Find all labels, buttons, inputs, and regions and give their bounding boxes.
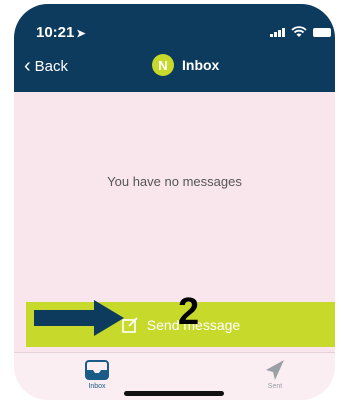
message-list: You have no messages: [14, 92, 335, 302]
avatar: N: [152, 54, 174, 76]
top-bar: 10:21 ➤ ‹ Back N Inbox: [14, 4, 335, 92]
status-icons: [270, 26, 331, 38]
home-indicator: [124, 391, 224, 396]
status-time-text: 10:21: [36, 24, 75, 41]
tab-sent-label: Sent: [267, 383, 283, 390]
phone-screen: 10:21 ➤ ‹ Back N Inbox You have no messag…: [14, 4, 335, 400]
annotation-arrow-icon: [34, 300, 124, 336]
tab-sent[interactable]: Sent: [245, 359, 305, 390]
back-label: Back: [34, 58, 69, 75]
battery-icon: [313, 27, 331, 37]
nav-title: N Inbox: [152, 54, 219, 76]
page-title: Inbox: [182, 57, 220, 73]
empty-state-message: You have no messages: [107, 174, 242, 189]
back-button[interactable]: ‹ Back: [24, 55, 69, 77]
status-time: 10:21 ➤: [36, 24, 86, 41]
chevron-left-icon: ‹: [24, 55, 31, 77]
inbox-tray-icon: [85, 360, 109, 380]
signal-icon: [270, 27, 285, 37]
location-icon: ➤: [76, 28, 86, 40]
annotation-step-number: 2: [178, 291, 200, 333]
wifi-icon: [291, 26, 307, 37]
paper-plane-icon: [266, 360, 284, 380]
tab-inbox[interactable]: Inbox: [67, 359, 127, 390]
tab-inbox-label: Inbox: [88, 383, 106, 390]
